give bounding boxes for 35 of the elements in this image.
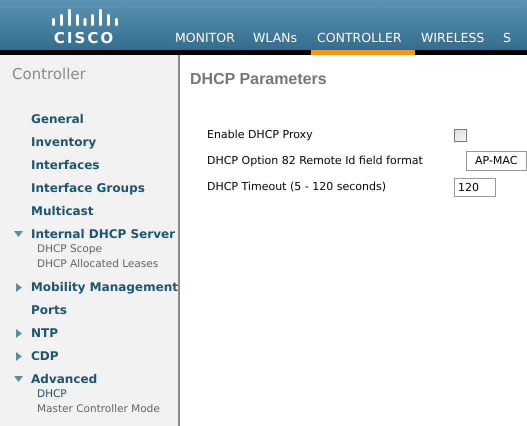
field-label: Enable DHCP Proxy: [207, 126, 314, 143]
timeout-field[interactable]: 120: [454, 178, 496, 196]
expand-triangle-icon[interactable]: [14, 352, 23, 360]
page-title: DHCP Parameters: [190, 70, 328, 90]
nav-tab[interactable]: S: [497, 29, 527, 55]
sidebar-link[interactable]: Inventory: [31, 133, 96, 151]
logo-bars-icon: [50, 8, 118, 26]
sidebar-link[interactable]: Internal DHCP Server: [31, 225, 176, 243]
sidebar-link[interactable]: Advanced: [31, 370, 98, 388]
sidebar-subitem[interactable]: DHCP Allocated Leases: [37, 256, 178, 272]
sidebar-link[interactable]: Ports: [31, 301, 67, 319]
expand-triangle-icon[interactable]: [14, 282, 23, 292]
sidebar-title: Controller: [11, 64, 87, 85]
sidebar-link[interactable]: Interfaces: [31, 156, 100, 174]
nav-tab[interactable]: WIRELESS: [415, 29, 497, 55]
expand-triangle-icon[interactable]: [14, 328, 23, 338]
sidebar-link[interactable]: Interface Groups: [31, 179, 145, 197]
logo-text: CISCO: [54, 29, 116, 47]
sidebar-link[interactable]: General: [31, 110, 84, 128]
nav-tab[interactable]: MONITOR: [169, 29, 247, 55]
field-label: DHCP Option 82 Remote Id field format: [207, 152, 424, 169]
nav-tab[interactable]: CONTROLLER: [311, 29, 415, 55]
sidebar-subitem[interactable]: DHCP: [37, 386, 178, 402]
collapse-triangle-icon[interactable]: [14, 374, 23, 384]
sidebar-link[interactable]: Mobility Management: [30, 278, 178, 296]
format-dropdown[interactable]: AP-MAC: [466, 151, 527, 171]
nav-tab[interactable]: WLANs: [247, 29, 311, 55]
sidebar-subitem[interactable]: DHCP Scope: [37, 242, 178, 256]
sidebar-link[interactable]: CDP: [31, 347, 59, 365]
checkbox[interactable]: [454, 128, 467, 142]
sidebar-link[interactable]: Multicast: [31, 202, 94, 220]
sidebar-link[interactable]: NTP: [31, 324, 58, 342]
collapse-triangle-icon[interactable]: [14, 230, 23, 238]
field-label: DHCP Timeout (5 - 120 seconds): [207, 178, 387, 195]
sidebar-subitem[interactable]: Master Controller Mode: [37, 402, 178, 416]
